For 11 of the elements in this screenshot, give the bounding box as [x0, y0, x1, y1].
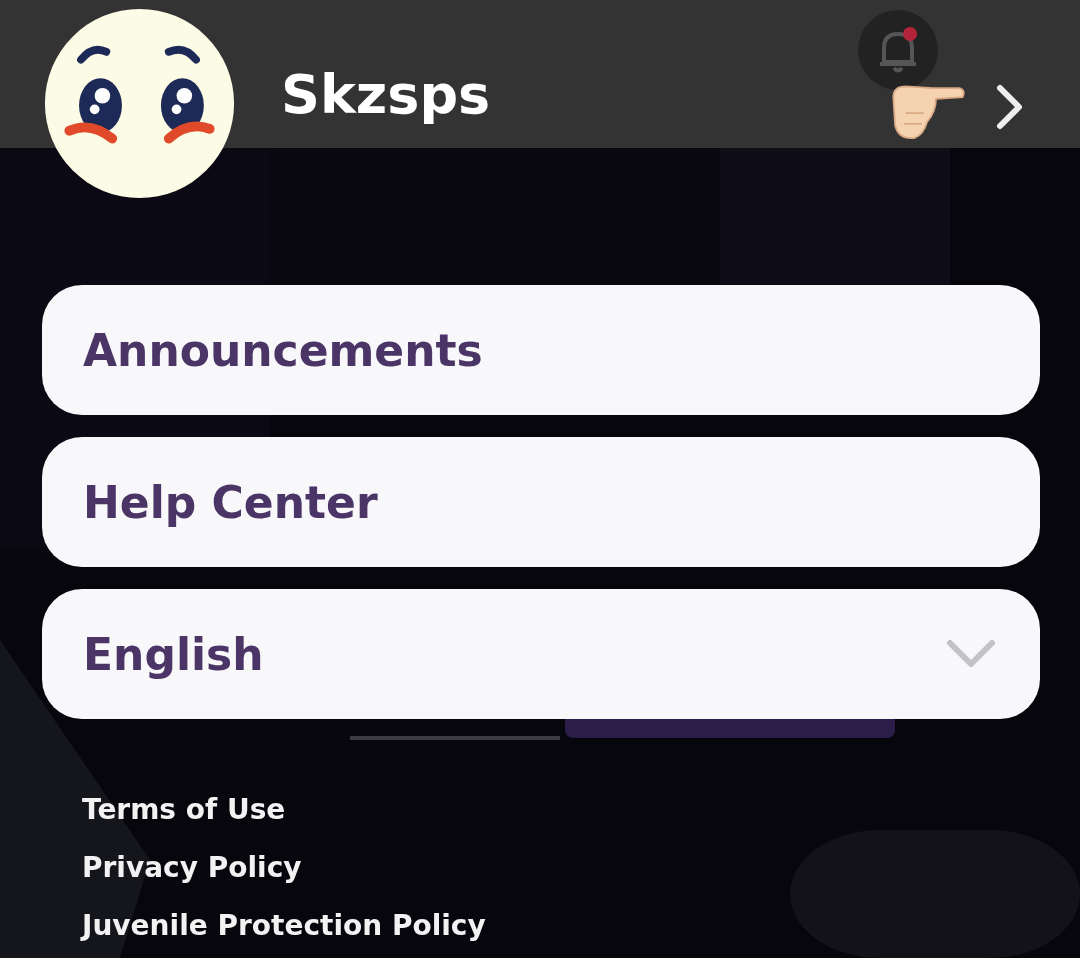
menu-item[interactable]: Help Center	[42, 437, 1040, 567]
menu-item[interactable]: Announcements	[42, 285, 1040, 415]
chevron-right-icon[interactable]	[994, 84, 1024, 130]
footer-link[interactable]: Juvenile Protection Policy	[82, 909, 486, 943]
chevron-down-icon	[946, 639, 996, 669]
footer-link[interactable]: Terms of Use	[82, 793, 286, 827]
avatar-face-icon[interactable]	[42, 6, 237, 201]
footer-link[interactable]: Privacy Policy	[82, 851, 302, 885]
notification-bell-icon[interactable]	[858, 10, 938, 90]
language-dropdown[interactable]: English	[42, 589, 1040, 719]
username: Skzsps	[281, 68, 491, 122]
